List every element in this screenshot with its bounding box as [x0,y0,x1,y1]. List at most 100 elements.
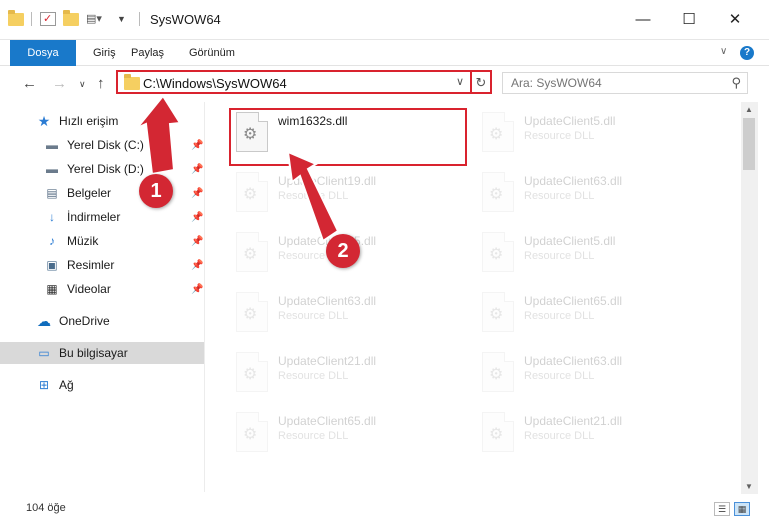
sidebar-item-local-disk-c[interactable]: ▬ Yerel Disk (C:) 📌 [0,134,204,156]
file-type: Resource DLL [524,430,595,442]
gear-icon: ⚙ [243,426,258,443]
sidebar-item-videos[interactable]: ▦ Videolar 📌 [0,278,204,300]
file-name: UpdateClient21.dll [524,414,623,428]
folder-icon [8,9,24,26]
sidebar-item-music[interactable]: ♪ Müzik 📌 [0,230,204,252]
item-count: 104 öğe [26,502,66,514]
close-button[interactable]: ✕ [712,8,758,32]
back-arrow-icon[interactable]: ← [22,75,37,92]
sidebar-item-local-disk-d[interactable]: ▬ Yerel Disk (D:) 📌 [0,158,204,180]
refresh-icon[interactable]: ↻ [470,70,492,94]
file-item[interactable]: ⚙ UpdateClient63.dll Resource DLL [228,286,464,342]
file-item[interactable]: ⚙ UpdateClient65.dll Resource DLL [474,286,710,342]
minimize-button[interactable]: — [620,8,666,32]
tab-view[interactable]: Görünüm [189,40,235,66]
file-name: UpdateClient5.dll [524,234,616,248]
tiles-view-icon[interactable]: ▦ [734,502,750,516]
maximize-button[interactable]: ☐ [666,8,712,32]
pin-icon[interactable]: 📌 [191,164,203,175]
sidebar-item-pictures[interactable]: ▣ Resimler 📌 [0,254,204,276]
pin-icon[interactable]: 📌 [191,188,203,199]
pin-icon[interactable]: 📌 [191,236,203,247]
help-icon[interactable]: ? [740,46,754,60]
sidebar-item-label: Müzik [67,234,99,248]
sidebar-item-downloads[interactable]: ↓ İndirmeler 📌 [0,206,204,228]
file-item[interactable]: ⚙ UpdateClient65.dll Resource DLL [228,406,464,462]
file-item[interactable]: ⚙ UpdateClient63.dll Resource DLL [474,346,710,402]
file-name: UpdateClient63.dll [524,174,623,188]
properties-icon[interactable]: ✓ [40,12,56,26]
sidebar-item-onedrive[interactable]: ☁ OneDrive [0,310,204,332]
search-input[interactable] [503,73,713,93]
sidebar-item-this-pc[interactable]: ▭ Bu bilgisayar [0,342,204,364]
dll-file-icon: ⚙ [482,292,514,332]
expand-ribbon-icon[interactable]: ∨ [720,46,727,57]
dll-file-icon: ⚙ [482,352,514,392]
scroll-down-icon[interactable]: ▼ [745,482,753,491]
dll-file-icon: ⚙ [482,112,514,152]
address-dropdown-icon[interactable]: ∨ [456,75,464,88]
customize-toolbar-icon[interactable]: ▤▾ [86,12,108,26]
file-name: UpdateClient65.dll [524,294,623,308]
dll-file-icon: ⚙ [236,412,268,452]
scrollbar-thumb[interactable] [743,118,755,170]
tab-share[interactable]: Paylaş [131,40,164,66]
title-separator [139,12,140,26]
dll-file-icon: ⚙ [236,232,268,272]
sidebar-item-network[interactable]: ⊞ Ağ [0,374,204,396]
folder-icon [124,74,140,90]
recent-locations-chevron-icon[interactable]: ∨ [79,79,86,90]
new-folder-icon[interactable] [63,9,79,26]
file-type: Resource DLL [524,250,595,262]
computer-icon: ▭ [38,346,50,360]
address-bar[interactable]: C:\Windows\SysWOW64 ∨ ↻ [116,70,492,94]
dll-file-icon: ⚙ [236,352,268,392]
file-name: UpdateClient19.dll [278,174,377,188]
file-item[interactable]: ⚙ UpdateClient19.dll Resource DLL [228,166,464,222]
videos-icon: ▦ [46,282,58,296]
navigation-pane: ★ Hızlı erişim ▬ Yerel Disk (C:) 📌 ▬ Yer… [0,102,205,492]
file-name: UpdateClient65.dll [278,414,377,428]
sidebar-item-label: Yerel Disk (C:) [67,138,144,152]
file-name: UpdateClient63.dll [524,354,623,368]
up-arrow-icon[interactable]: ↑ [97,75,105,92]
file-name: UpdateClient63.dll [278,294,377,308]
file-item[interactable]: ⚙ UpdateClient63.dll Resource DLL [474,166,710,222]
vertical-scrollbar[interactable]: ▲ ▼ [741,102,758,494]
file-name: UpdateClient21.dll [278,354,377,368]
file-item[interactable]: ⚙ UpdateClient5.dll Resource DLL [474,226,710,282]
forward-arrow-icon[interactable]: → [52,75,67,92]
file-item[interactable]: ⚙ UpdateClient21.dll Resource DLL [474,406,710,462]
sidebar-item-label: Yerel Disk (D:) [67,162,144,176]
file-item[interactable]: ⚙ UpdateClient21.dll Resource DLL [228,346,464,402]
sidebar-item-label: Ağ [59,378,74,392]
file-item[interactable]: ⚙ UpdateClient5.dll Resource DLL [474,106,710,162]
details-view-icon[interactable]: ☰ [714,502,730,516]
quick-access-toolbar: ✓ ▤▾ ▼ [8,9,126,26]
pin-icon[interactable]: 📌 [191,284,203,295]
sidebar-item-label: Hızlı erişim [59,114,119,128]
cloud-icon: ☁ [37,313,51,329]
scroll-up-icon[interactable]: ▲ [745,105,753,114]
toolbar-dropdown-icon[interactable]: ▼ [117,14,126,24]
file-type: Resource DLL [524,370,595,382]
pin-icon[interactable]: 📌 [191,212,203,223]
status-bar: 104 öğe ☰ ▦ [0,496,769,531]
search-box[interactable]: ⚲ [502,72,748,94]
sidebar-item-label: İndirmeler [67,210,121,224]
search-icon: ⚲ [731,75,741,90]
drive-icon: ▬ [46,138,58,152]
address-path[interactable]: C:\Windows\SysWOW64 [143,76,287,91]
pin-icon[interactable]: 📌 [191,260,203,271]
tab-home[interactable]: Giriş [93,40,116,66]
network-icon: ⊞ [38,378,50,392]
file-item-wim1632s[interactable]: ⚙ wim1632s.dll [228,106,464,162]
gear-icon: ⚙ [489,186,504,203]
star-icon: ★ [37,113,51,129]
sidebar-item-quick-access[interactable]: ★ Hızlı erişim [0,110,204,132]
pin-icon[interactable]: 📌 [191,140,203,151]
sidebar-item-documents[interactable]: ▤ Belgeler 📌 [0,182,204,204]
sidebar-item-label: Belgeler [67,186,112,200]
gear-icon: ⚙ [243,366,258,383]
toolbar-separator [31,12,32,26]
